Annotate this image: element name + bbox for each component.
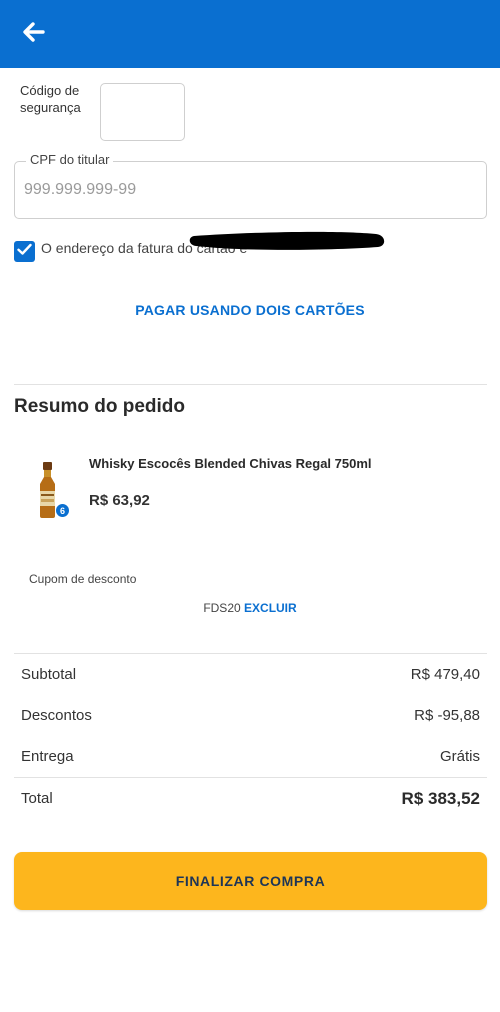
- checkmark-icon: [17, 243, 32, 261]
- product-price: R$ 63,92: [89, 492, 150, 509]
- pay-with-two-cards-link[interactable]: PAGAR USANDO DOIS CARTÕES: [0, 302, 500, 318]
- section-divider: [14, 653, 487, 654]
- product-name: Whisky Escocês Blended Chivas Regal 750m…: [89, 456, 372, 471]
- shipping-value: Grátis: [439, 748, 480, 765]
- discount-value: R$ -95,88: [414, 707, 480, 724]
- app-bar: [0, 0, 500, 68]
- cpf-input[interactable]: [24, 176, 474, 204]
- total-label: Total: [21, 790, 53, 807]
- finish-purchase-button[interactable]: FINALIZAR COMPRA: [14, 852, 487, 910]
- section-divider: [14, 384, 487, 385]
- cpf-field-label: CPF do titular: [26, 152, 114, 167]
- total-value: R$ 383,52: [401, 789, 480, 808]
- coupon-row: FDS20 EXCLUIR: [0, 601, 500, 615]
- coupon-code: FDS20: [203, 601, 241, 615]
- subtotal-value: R$ 479,40: [410, 666, 480, 683]
- redaction-mark: [189, 231, 385, 250]
- back-button[interactable]: [18, 18, 50, 50]
- order-summary-title: Resumo do pedido: [14, 396, 185, 417]
- quantity-badge: 6: [55, 503, 70, 518]
- security-code-field[interactable]: [100, 83, 185, 141]
- remove-coupon-button[interactable]: EXCLUIR: [244, 601, 297, 615]
- shipping-label: Entrega: [21, 748, 74, 765]
- totals-divider: [14, 777, 487, 778]
- subtotal-label: Subtotal: [21, 666, 77, 683]
- coupon-label: Cupom de desconto: [29, 572, 137, 586]
- billing-address-checkbox[interactable]: [14, 241, 35, 262]
- discount-label: Descontos: [21, 707, 92, 724]
- security-code-label: Código de segurança: [20, 83, 81, 115]
- arrow-left-icon: [23, 21, 45, 47]
